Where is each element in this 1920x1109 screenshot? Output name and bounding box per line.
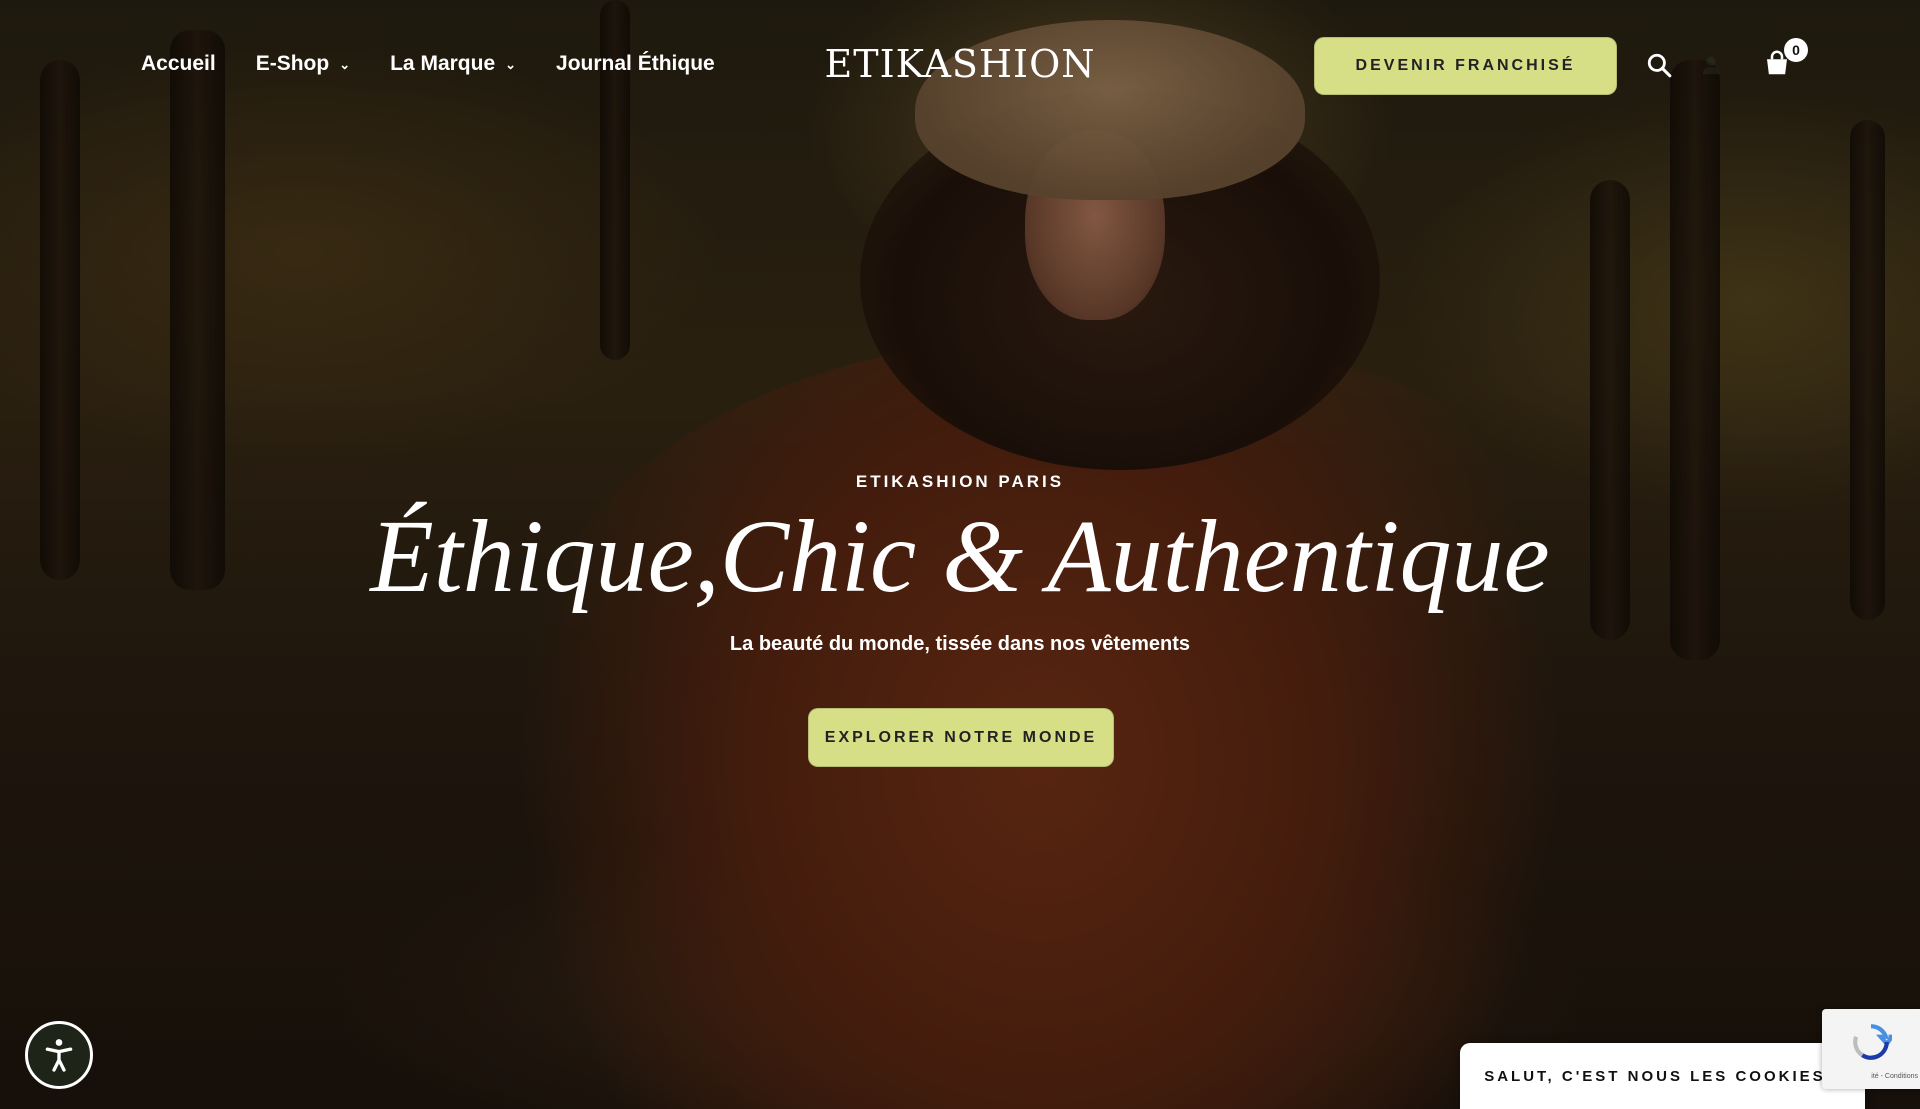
nav-item-label: Accueil — [141, 52, 216, 75]
hero-subline: La beauté du monde, tissée dans nos vête… — [729, 633, 1191, 655]
user-icon[interactable] — [1700, 54, 1722, 76]
nav-item-label: Journal Éthique — [556, 52, 715, 75]
nav-item-la-marque[interactable]: La Marque ⌄ — [390, 52, 516, 76]
accessibility-button[interactable] — [25, 1021, 93, 1089]
site-logo[interactable]: ETIKASHION — [820, 42, 1100, 86]
cart-count-badge: 0 — [1784, 38, 1808, 62]
become-franchisee-button[interactable]: DEVENIR FRANCHISÉ — [1314, 37, 1617, 95]
nav-item-accueil[interactable]: Accueil — [141, 52, 216, 76]
explore-button[interactable]: EXPLORER NOTRE MONDE — [808, 708, 1114, 767]
chevron-down-icon: ⌄ — [339, 57, 351, 72]
accessibility-icon — [45, 1039, 73, 1072]
nav-item-label: E-Shop — [255, 52, 330, 75]
recaptcha-terms[interactable]: ité - Conditions — [1826, 1073, 1918, 1080]
search-icon[interactable] — [1646, 52, 1672, 78]
nav-item-label: La Marque — [390, 52, 496, 75]
cookie-banner[interactable]: SALUT, C'EST NOUS LES COOKIES ! — [1460, 1043, 1865, 1109]
hero-headline: Éthique,Chic & Authentique — [370, 499, 1550, 614]
recaptcha-badge[interactable]: ité - Conditions — [1822, 1009, 1920, 1089]
main-nav: Accueil E-Shop ⌄ La Marque ⌄ Journal Éth… — [141, 52, 715, 76]
recaptcha-icon — [1853, 1024, 1892, 1060]
site-header: Accueil E-Shop ⌄ La Marque ⌄ Journal Éth… — [0, 0, 1920, 110]
hero-eyebrow: ETIKASHION PARIS — [855, 472, 1065, 491]
nav-item-journal-ethique[interactable]: Journal Éthique — [556, 52, 715, 76]
chevron-down-icon: ⌄ — [505, 57, 517, 72]
nav-item-eshop[interactable]: E-Shop ⌄ — [256, 52, 350, 76]
